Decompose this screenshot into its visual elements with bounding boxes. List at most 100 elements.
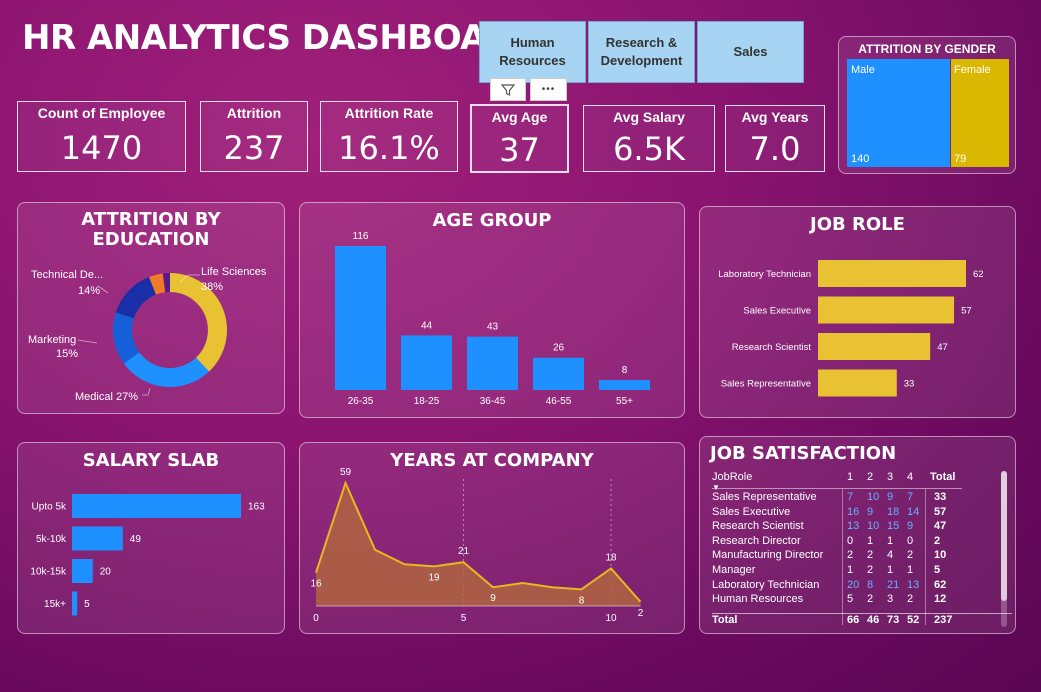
table-cell: 1	[887, 564, 894, 576]
table-cell: 2	[867, 564, 874, 576]
table-row[interactable]: Manager 1 2 1 1 5	[712, 564, 1012, 579]
kpi-value: 16.1%	[338, 129, 440, 167]
table-row[interactable]: Research Scientist 13 10 15 9 47	[712, 520, 1012, 535]
table-cell: 57	[934, 505, 947, 518]
gender-female-value: 79	[954, 153, 967, 165]
slicer-sales[interactable]: Sales	[697, 21, 804, 83]
column-header[interactable]: JobRole	[712, 471, 752, 483]
table-cell: 1	[847, 564, 854, 576]
job-satisfaction-title: JOB SATISFACTION	[710, 443, 897, 464]
total-label: Total	[712, 614, 738, 626]
tick-label: 46-55	[546, 396, 572, 407]
table-cell: 10	[867, 520, 880, 533]
kpi-value: 6.5K	[613, 130, 685, 168]
data-label: 44	[421, 320, 433, 331]
column-header[interactable]: Total	[930, 471, 955, 483]
data-label: 43	[487, 322, 499, 333]
bar	[818, 296, 955, 324]
kpi-count-of-employee: Count of Employee 1470	[17, 101, 186, 172]
total-cell: 52	[907, 614, 920, 626]
salary-slab-panel: SALARY SLAB Upto 5k 163 5k-10k 49 10k-15k 20 1…	[17, 442, 285, 634]
table-cell: 5	[934, 564, 941, 576]
scrollbar-thumb[interactable]	[1001, 471, 1007, 601]
table-total-row: Total 66 46 73 52 237	[712, 613, 1012, 628]
row-label: Manufacturing Director	[712, 549, 824, 562]
row-label: Human Resources	[712, 593, 804, 606]
table-row[interactable]: Sales Representative 7 10 9 7 33	[712, 491, 1012, 506]
table-cell: 13	[847, 520, 860, 533]
education-label-technical: Technical De...	[31, 269, 103, 281]
filter-icon[interactable]	[490, 78, 526, 101]
table-cell: 62	[934, 578, 947, 591]
data-label: 163	[248, 502, 265, 513]
table-scrollbar[interactable]	[1001, 471, 1007, 627]
education-label-marketing: Marketing	[28, 334, 76, 346]
table-cell: 5	[847, 593, 854, 606]
table-row[interactable]: Laboratory Technician 20 8 21 13 62	[712, 579, 1012, 594]
column-header[interactable]: 4	[907, 471, 913, 483]
table-row[interactable]: Research Director 0 1 1 0 2	[712, 535, 1012, 550]
kpi-label: Avg Age	[491, 109, 548, 125]
tick-label: 10k-15k	[30, 567, 67, 578]
job-role-chart: Laboratory Technician 62 Sales Executive 57…	[718, 260, 984, 397]
gender-male-value: 140	[851, 153, 870, 165]
table-cell: 9	[907, 520, 914, 533]
table-cell: 33	[934, 491, 947, 503]
kpi-attrition: Attrition 237	[200, 101, 308, 172]
table-cell: 4	[887, 549, 894, 562]
bar	[335, 246, 386, 390]
table-cell: 2	[907, 593, 914, 606]
table-cell: 8	[867, 578, 874, 591]
bar	[72, 494, 241, 518]
slicer-research-development[interactable]: Research & Development	[588, 21, 695, 83]
education-label-marketing-pct: 15%	[56, 348, 78, 360]
kpi-value: 37	[499, 131, 540, 169]
job-satisfaction-panel: JOB SATISFACTION JobRole 1 2 3 4 Total ▼…	[699, 436, 1016, 634]
column-header[interactable]: 2	[867, 471, 873, 483]
kpi-attrition-rate: Attrition Rate 16.1%	[320, 101, 458, 172]
table-row[interactable]: Manufacturing Director 2 2 4 2 10	[712, 549, 1012, 564]
table-cell: 15	[887, 520, 900, 533]
data-label: 62	[973, 269, 984, 280]
table-header-row: JobRole 1 2 3 4 Total	[712, 471, 1012, 486]
kpi-value: 237	[223, 129, 285, 167]
donut-slice	[115, 277, 157, 319]
tick-label: Sales Executive	[743, 306, 811, 317]
kpi-value: 7.0	[749, 130, 801, 168]
tick-label: 26-35	[348, 396, 374, 407]
age-group-panel: AGE GROUP 116 26-35 44 18-25 43 36-45 26 46-55 8…	[299, 202, 685, 418]
row-label: Research Scientist	[712, 520, 804, 533]
table-cell: 20	[847, 578, 860, 591]
data-label: 116	[353, 231, 369, 242]
table-cell: 2	[907, 549, 914, 562]
column-header[interactable]: 3	[887, 471, 893, 483]
table-row[interactable]: Sales Executive 16 9 18 14 57	[712, 506, 1012, 521]
kpi-label: Attrition	[226, 105, 282, 121]
table-row[interactable]: Human Resources 5 2 3 2 12	[712, 593, 1012, 608]
attrition-by-education-panel: ATTRITION BY EDUCATION Life Sciences 38%…	[17, 202, 285, 414]
more-options-icon[interactable]: •••	[530, 78, 567, 101]
table-cell: 14	[907, 505, 920, 518]
data-label: 18	[605, 552, 617, 563]
kpi-avg-salary: Avg Salary 6.5K	[583, 105, 715, 172]
data-label: 19	[428, 572, 440, 583]
table-cell: 7	[907, 491, 914, 503]
table-cell: 3	[887, 593, 894, 606]
data-label: 49	[130, 534, 142, 545]
data-label: 57	[961, 306, 972, 317]
kpi-avg-age: Avg Age 37	[470, 104, 569, 173]
table-cell: 10	[867, 491, 880, 503]
table-cell: 0	[907, 534, 914, 547]
education-label-life-sciences: Life Sciences	[201, 266, 267, 278]
column-header[interactable]: 1	[847, 471, 853, 483]
kpi-label: Avg Years	[741, 109, 809, 125]
slicer-human-resources[interactable]: Human Resources	[479, 21, 586, 83]
kpi-value: 1470	[60, 129, 143, 167]
kpi-label: Avg Salary	[613, 109, 685, 125]
gender-female-tile[interactable]: Female 79	[951, 59, 1009, 167]
tick-label: 5k-10k	[36, 534, 67, 545]
tick-label: 55+	[616, 396, 633, 407]
salary-slab-chart: Upto 5k 163 5k-10k 49 10k-15k 20 15k+ 5	[30, 494, 265, 616]
gender-male-tile[interactable]: Male 140	[847, 59, 950, 167]
tick-label: 36-45	[480, 396, 506, 407]
